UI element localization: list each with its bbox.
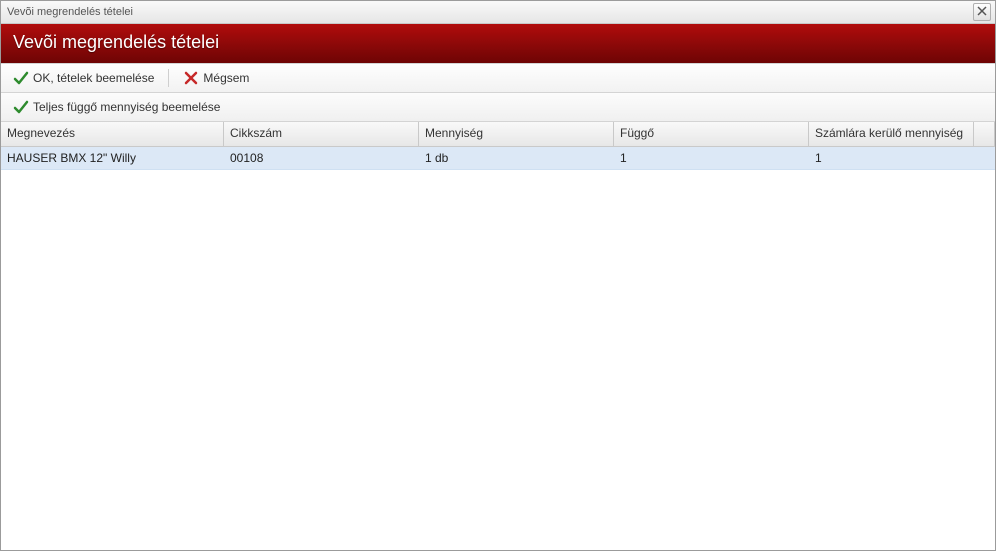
dialog-window: Vevõi megrendelés tételei Vevõi megrende… [0,0,996,551]
col-header-item-no[interactable]: Cikkszám [224,122,419,146]
cell-pending: 1 [614,149,809,167]
col-header-name[interactable]: Megnevezés [1,122,224,146]
close-button[interactable] [973,3,991,21]
table-body[interactable]: HAUSER BMX 12" Willy 00108 1 db 1 1 [1,147,995,550]
cell-invoice-qty[interactable]: 1 [809,149,974,167]
header-banner: Vevõi megrendelés tételei [1,24,995,63]
check-icon [13,99,29,115]
ok-button-label: OK, tételek beemelése [33,71,154,85]
table-row[interactable]: HAUSER BMX 12" Willy 00108 1 db 1 1 [1,147,995,170]
check-icon [13,70,29,86]
titlebar: Vevõi megrendelés tételei [1,1,995,24]
cell-item-no: 00108 [224,149,419,167]
close-icon [977,5,987,19]
sub-toolbar: Teljes függő mennyiség beemelése [1,93,995,122]
cell-name: HAUSER BMX 12" Willy [1,149,224,167]
col-header-qty[interactable]: Mennyiség [419,122,614,146]
banner-title: Vevõi megrendelés tételei [13,32,219,52]
main-toolbar: OK, tételek beemelése Mégsem [1,63,995,93]
cancel-button-label: Mégsem [203,71,249,85]
col-header-invoice-qty[interactable]: Számlára kerülő mennyiség [809,122,974,146]
table-header: Megnevezés Cikkszám Mennyiség Függő Szám… [1,122,995,147]
toolbar-separator [168,69,169,87]
col-header-spacer [974,122,995,146]
cell-qty: 1 db [419,149,614,167]
full-pending-qty-label: Teljes függő mennyiség beemelése [33,100,220,114]
full-pending-qty-button[interactable]: Teljes függő mennyiség beemelése [7,97,226,117]
ok-button[interactable]: OK, tételek beemelése [7,68,160,88]
cancel-button[interactable]: Mégsem [177,68,255,88]
window-title: Vevõi megrendelés tételei [7,6,133,18]
col-header-pending[interactable]: Függő [614,122,809,146]
items-table: Megnevezés Cikkszám Mennyiség Függő Szám… [1,122,995,550]
cell-spacer [974,156,995,160]
x-icon [183,70,199,86]
